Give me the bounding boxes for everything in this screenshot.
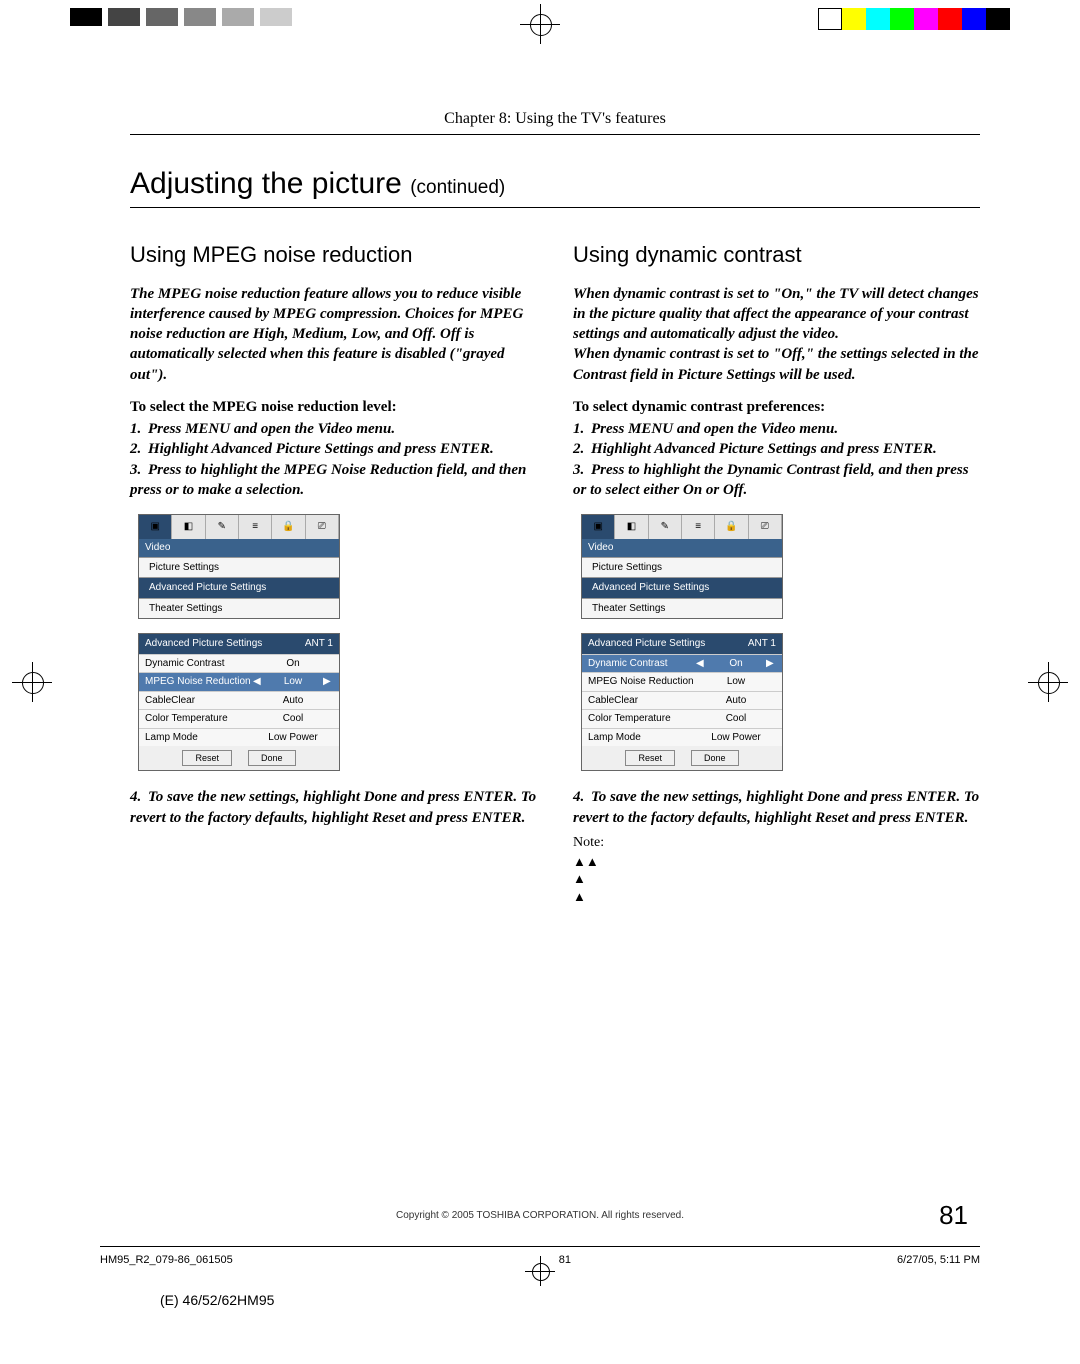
step-text: To save the new settings, highlight Done… — [573, 789, 979, 825]
reset-button: Reset — [625, 750, 675, 766]
panel-title: Advanced Picture Settings — [588, 637, 705, 651]
crosshair-left — [12, 662, 52, 702]
divider — [130, 134, 980, 135]
menu-tab-icon: ⎚ — [749, 515, 782, 539]
footer-page: 81 — [559, 1254, 571, 1266]
step-text: Press — [591, 462, 628, 478]
page-content: Chapter 8: Using the TV's features Adjus… — [130, 100, 980, 905]
intro-text: When dynamic contrast is set to "On," th… — [573, 284, 980, 385]
step-text: to highlight the MPEG Noise Reduction fi… — [130, 462, 526, 498]
right-column: Using dynamic contrast When dynamic cont… — [573, 240, 980, 905]
menu-item: Theater Settings — [139, 598, 339, 619]
step-text: To save the new settings, highlight Done… — [130, 789, 536, 825]
menu-tab-icon: ≡ — [682, 515, 715, 539]
video-menu-screenshot: ▣ ◧ ✎ ≡ 🔒 ⎚ Video Picture Settings Advan… — [581, 514, 783, 619]
crosshair-bottom — [525, 1256, 555, 1286]
steps: 4.To save the new settings, highlight Do… — [130, 787, 537, 828]
menu-tab-icon: ◧ — [172, 515, 205, 539]
menu-tab-icon: ◧ — [615, 515, 648, 539]
footer-timestamp: 6/27/05, 5:11 PM — [897, 1254, 980, 1266]
menu-section-label: Video — [582, 539, 782, 557]
step-text: Press — [148, 462, 185, 478]
steps: 1.Press MENU and open the Video menu. 2.… — [573, 419, 980, 500]
menu-tab-icon: ⎚ — [306, 515, 339, 539]
page-number: 81 — [939, 1200, 968, 1231]
panel-title: Advanced Picture Settings — [145, 637, 262, 651]
title-main: Adjusting the picture — [130, 167, 402, 200]
step-text: Press MENU and open the Video menu. — [148, 421, 395, 437]
note-bullet: ▲ — [573, 888, 980, 906]
step-text: Highlight Advanced Picture Settings and … — [591, 441, 937, 457]
step-text: Press MENU and open the Video menu. — [591, 421, 838, 437]
note-bullet: ▲ — [573, 870, 980, 888]
crosshair-top — [520, 4, 560, 44]
chapter-label: Chapter 8: Using the TV's features — [130, 110, 980, 128]
menu-tab-icon: ≡ — [239, 515, 272, 539]
steps: 1.Press MENU and open the Video menu. 2.… — [130, 419, 537, 500]
copyright-text: Copyright © 2005 TOSHIBA CORPORATION. Al… — [0, 1210, 1080, 1221]
antenna-label: ANT 1 — [305, 637, 333, 651]
menu-item-selected: Advanced Picture Settings — [582, 577, 782, 598]
menu-item: Picture Settings — [139, 557, 339, 578]
divider — [130, 207, 980, 208]
footer-file: HM95_R2_079-86_061505 — [100, 1254, 233, 1266]
advanced-settings-screenshot: Advanced Picture Settings ANT 1 Dynamic … — [138, 633, 340, 771]
video-menu-screenshot: ▣ ◧ ✎ ≡ 🔒 ⎚ Video Picture Settings Advan… — [138, 514, 340, 619]
left-column: Using MPEG noise reduction The MPEG nois… — [130, 240, 537, 905]
intro-text: The MPEG noise reduction feature allows … — [130, 284, 537, 385]
section-heading: Using MPEG noise reduction — [130, 240, 537, 270]
done-button: Done — [248, 750, 296, 766]
section-heading: Using dynamic contrast — [573, 240, 980, 270]
procedure-lead: To select the MPEG noise reduction level… — [130, 397, 537, 417]
menu-item: Theater Settings — [582, 598, 782, 619]
menu-tab-icon: ✎ — [649, 515, 682, 539]
grayscale-bars — [70, 8, 298, 26]
step-text: Highlight Advanced Picture Settings and … — [148, 441, 494, 457]
model-code: (E) 46/52/62HM95 — [160, 1292, 274, 1308]
menu-section-label: Video — [139, 539, 339, 557]
menu-item-selected: Advanced Picture Settings — [139, 577, 339, 598]
menu-tab-icon: 🔒 — [715, 515, 748, 539]
antenna-label: ANT 1 — [748, 637, 776, 651]
footer-rule — [100, 1246, 980, 1247]
step-text: to highlight the Dynamic Contrast field,… — [573, 462, 969, 498]
title-continued: (continued) — [410, 177, 505, 198]
note-bullet: ▲▲ — [573, 853, 980, 871]
menu-tab-icon: ▣ — [582, 515, 615, 539]
crosshair-right — [1028, 662, 1068, 702]
menu-tab-icon: ▣ — [139, 515, 172, 539]
reset-button: Reset — [182, 750, 232, 766]
menu-tab-icon: 🔒 — [272, 515, 305, 539]
menu-tab-icon: ✎ — [206, 515, 239, 539]
page-title: Adjusting the picture (continued) — [130, 167, 980, 201]
color-bars — [818, 8, 1010, 30]
note-label: Note: — [573, 834, 980, 853]
menu-item: Picture Settings — [582, 557, 782, 578]
procedure-lead: To select dynamic contrast preferences: — [573, 397, 980, 417]
steps: 4.To save the new settings, highlight Do… — [573, 787, 980, 828]
advanced-settings-screenshot: Advanced Picture Settings ANT 1 Dynamic … — [581, 633, 783, 771]
done-button: Done — [691, 750, 739, 766]
